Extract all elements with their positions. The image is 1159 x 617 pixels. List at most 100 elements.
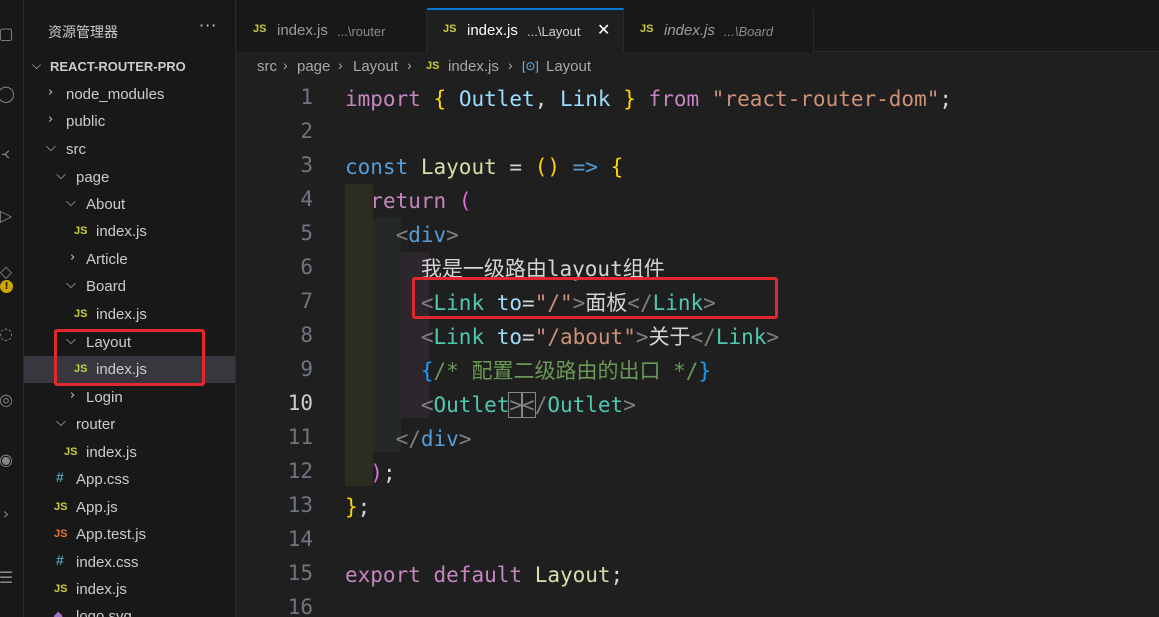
code-text: {/* 配置二级路由的出口 */} bbox=[420, 359, 712, 383]
tree-file-index-css[interactable]: # index.css bbox=[24, 549, 235, 576]
tree-item-label: Article bbox=[86, 251, 128, 268]
chevron-down-icon: ⌵ bbox=[32, 58, 42, 72]
tab-board-index[interactable]: JS index.js ...\Board bbox=[624, 10, 814, 52]
test-file-icon: JS bbox=[54, 528, 68, 540]
line-number: 6 bbox=[300, 255, 313, 279]
tree-item-label: logo.svg bbox=[76, 608, 132, 617]
tab-description: ...\Layout bbox=[527, 24, 581, 39]
code-line: 4 return ( bbox=[237, 184, 1159, 218]
tree-item-label: Login bbox=[86, 389, 123, 406]
code-editor[interactable]: 1 import { Outlet, Link } from "react-ro… bbox=[237, 80, 1159, 617]
chevron-down-icon: ⌵ bbox=[56, 168, 66, 183]
tree-file-logo-svg[interactable]: ◆ logo.svg bbox=[24, 603, 235, 617]
settings-icon[interactable]: ◉ bbox=[0, 450, 16, 470]
code-text: const Layout = () => { bbox=[345, 155, 624, 179]
explorer-header: 资源管理器 ··· bbox=[24, 0, 235, 41]
svg-file-icon: ◆ bbox=[54, 610, 63, 617]
chevron-right-icon: › bbox=[338, 57, 343, 73]
line-number: 3 bbox=[300, 153, 313, 177]
breadcrumb-item[interactable]: Layout bbox=[546, 58, 591, 75]
tree-folder-login[interactable]: › Login bbox=[24, 384, 235, 411]
editor-tab-bar: JS index.js ...\router JS index.js ...\L… bbox=[237, 0, 1159, 52]
line-number: 2 bbox=[300, 119, 313, 143]
breadcrumb: src › page › Layout › JS index.js › [⊙] … bbox=[237, 54, 1159, 80]
tree-folder-node-modules[interactable]: › node_modules bbox=[24, 81, 235, 108]
tab-description: ...\router bbox=[337, 24, 386, 39]
explorer-title: 资源管理器 bbox=[48, 25, 118, 41]
tree-file-app-test[interactable]: JS App.test.js bbox=[24, 521, 235, 548]
arrow-icon[interactable]: › bbox=[0, 504, 16, 524]
tree-item-label: index.js bbox=[76, 581, 127, 598]
breadcrumb-item[interactable]: src bbox=[257, 58, 277, 75]
more-actions-icon[interactable]: ··· bbox=[199, 16, 217, 35]
tree-file-app-css[interactable]: # App.css bbox=[24, 466, 235, 493]
tree-item-label: index.js bbox=[86, 444, 137, 461]
js-file-icon: JS bbox=[64, 446, 78, 458]
tree-folder-router[interactable]: ⌵ router bbox=[24, 411, 235, 438]
chevron-right-icon: › bbox=[283, 57, 288, 73]
tab-router-index[interactable]: JS index.js ...\router bbox=[237, 10, 427, 52]
chevron-right-icon: › bbox=[48, 85, 54, 100]
line-number: 10 bbox=[287, 391, 313, 415]
chevron-right-icon: › bbox=[508, 57, 513, 73]
line-number: 9 bbox=[300, 357, 313, 381]
breadcrumb-item[interactable]: index.js bbox=[448, 58, 499, 75]
code-text: export default Layout; bbox=[345, 563, 624, 587]
tab-layout-index[interactable]: JS index.js ...\Layout ✕ bbox=[427, 8, 624, 52]
tree-folder-about[interactable]: ⌵ About bbox=[24, 191, 235, 218]
tree-item-label: index.css bbox=[76, 554, 139, 571]
tab-label: index.js bbox=[467, 22, 518, 39]
chevron-right-icon: › bbox=[407, 57, 412, 73]
explorer-icon[interactable]: ▢ bbox=[0, 24, 16, 44]
highlight-box-sidebar bbox=[54, 329, 205, 386]
js-file-icon: JS bbox=[443, 23, 457, 35]
code-line: 15 export default Layout; bbox=[237, 558, 1159, 592]
js-file-icon: JS bbox=[74, 308, 88, 320]
tree-file-board-index[interactable]: JS index.js bbox=[24, 301, 235, 328]
code-line: 16 bbox=[237, 592, 1159, 617]
project-root[interactable]: ⌵ REACT-ROUTER-PRO bbox=[24, 55, 235, 79]
tree-item-label: src bbox=[66, 141, 86, 158]
breadcrumb-item[interactable]: page bbox=[297, 58, 330, 75]
source-control-icon[interactable]: ᚜ bbox=[0, 144, 16, 164]
chevron-down-icon: ⌵ bbox=[66, 277, 76, 292]
code-line: 3 const Layout = () => { bbox=[237, 150, 1159, 184]
js-file-icon: JS bbox=[54, 583, 68, 595]
code-text: return ( bbox=[370, 189, 472, 213]
line-number: 14 bbox=[287, 527, 313, 551]
tree-folder-article[interactable]: › Article bbox=[24, 246, 235, 273]
tree-file-about-index[interactable]: JS index.js bbox=[24, 218, 235, 245]
js-file-icon: JS bbox=[253, 23, 267, 35]
run-debug-icon[interactable]: ▷ bbox=[0, 206, 16, 226]
database-icon[interactable]: ☰ bbox=[0, 568, 16, 588]
extensions-icon[interactable]: ◇ bbox=[0, 262, 16, 282]
code-line: 1 import { Outlet, Link } from "react-ro… bbox=[237, 82, 1159, 116]
code-text: </div> bbox=[395, 427, 472, 451]
code-line: 14 bbox=[237, 524, 1159, 558]
breadcrumb-item[interactable]: Layout bbox=[353, 58, 398, 75]
code-line: 13 }; bbox=[237, 490, 1159, 524]
line-number: 8 bbox=[300, 323, 313, 347]
code-line: 12 ); bbox=[237, 456, 1159, 490]
symbol-icon: [⊙] bbox=[522, 59, 539, 73]
close-icon[interactable]: ✕ bbox=[597, 20, 610, 39]
tree-file-router-index[interactable]: JS index.js bbox=[24, 439, 235, 466]
js-file-icon: JS bbox=[54, 501, 68, 513]
code-text: <div> bbox=[395, 223, 459, 247]
tree-file-index-js[interactable]: JS index.js bbox=[24, 576, 235, 603]
tree-folder-board[interactable]: ⌵ Board bbox=[24, 273, 235, 300]
tree-item-label: App.test.js bbox=[76, 526, 147, 543]
line-number: 5 bbox=[300, 221, 313, 245]
code-text: <Outlet></Outlet> bbox=[420, 392, 636, 418]
tree-folder-src[interactable]: ⌵ src bbox=[24, 136, 235, 163]
search-icon[interactable]: ◯ bbox=[0, 84, 16, 104]
account-icon[interactable]: ◎ bbox=[0, 390, 16, 410]
js-file-icon: JS bbox=[426, 60, 440, 72]
chevron-down-icon: ⌵ bbox=[46, 140, 56, 155]
remote-icon[interactable]: ◌ bbox=[0, 324, 16, 344]
chevron-right-icon: › bbox=[70, 250, 76, 265]
tree-folder-page[interactable]: ⌵ page bbox=[24, 164, 235, 191]
tree-file-app-js[interactable]: JS App.js bbox=[24, 494, 235, 521]
chevron-down-icon: ⌵ bbox=[66, 195, 76, 210]
tree-folder-public[interactable]: › public bbox=[24, 108, 235, 135]
